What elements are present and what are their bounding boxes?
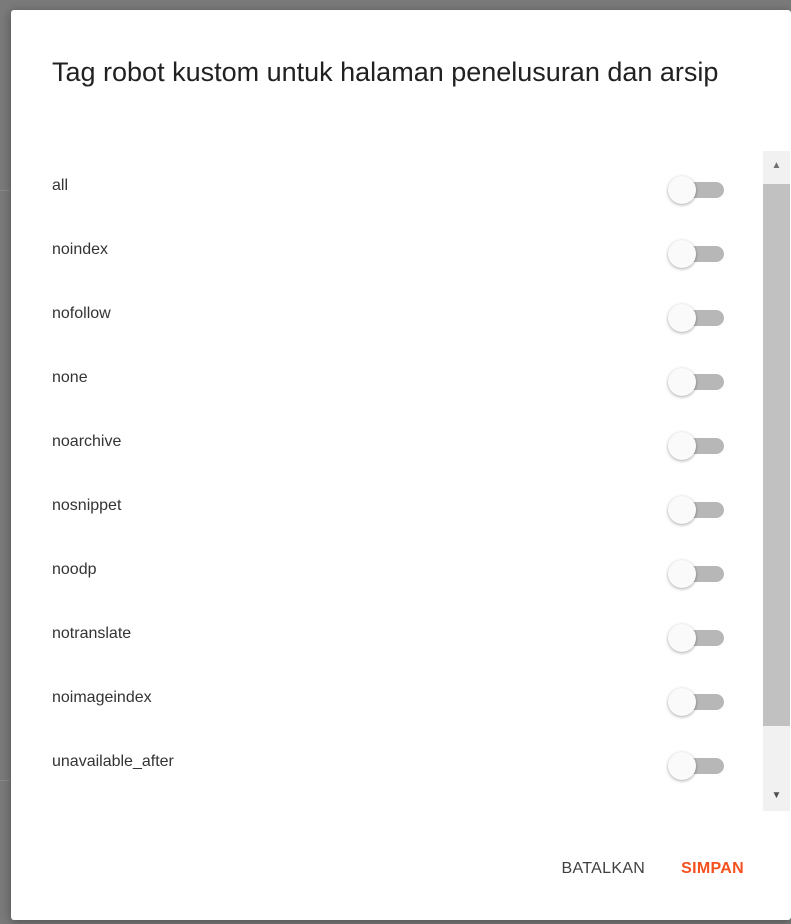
toggle-thumb xyxy=(668,496,696,524)
toggle-thumb xyxy=(668,368,696,396)
list-item: noindex xyxy=(11,215,761,277)
robot-tag-toggle[interactable] xyxy=(668,432,724,460)
list-item: all xyxy=(11,151,761,213)
save-button[interactable]: SIMPAN xyxy=(681,857,744,881)
toggle-thumb xyxy=(668,304,696,332)
robot-tag-toggle[interactable] xyxy=(668,240,724,268)
list-item: nofollow xyxy=(11,279,761,341)
robot-tag-toggle[interactable] xyxy=(668,752,724,780)
list-item: none xyxy=(11,343,761,405)
list-item: nosnippet xyxy=(11,471,761,533)
robot-tag-label: all xyxy=(52,177,69,194)
toggle-list-viewport[interactable]: all noindex nofollow none noarchive nosn… xyxy=(11,151,790,811)
robot-tag-list: all noindex nofollow none noarchive nosn… xyxy=(11,151,761,791)
list-item: noimageindex xyxy=(11,663,761,725)
robot-tag-toggle[interactable] xyxy=(668,496,724,524)
backdrop-divider xyxy=(0,190,10,191)
robot-tag-toggle[interactable] xyxy=(668,624,724,652)
toggle-thumb xyxy=(668,752,696,780)
scrollbar-thumb[interactable] xyxy=(763,184,790,726)
robot-tag-toggle[interactable] xyxy=(668,176,724,204)
robot-tag-label: none xyxy=(52,369,88,386)
list-item: notranslate xyxy=(11,599,761,661)
robot-tag-toggle[interactable] xyxy=(668,688,724,716)
robot-tag-label: noarchive xyxy=(52,433,122,450)
robot-tag-toggle[interactable] xyxy=(668,304,724,332)
robot-tag-label: noimageindex xyxy=(52,689,152,706)
triangle-up-icon[interactable]: ▲ xyxy=(763,151,790,181)
robot-tag-label: notranslate xyxy=(52,625,132,642)
backdrop-divider xyxy=(0,780,10,781)
toggle-thumb xyxy=(668,688,696,716)
robot-tag-label: nofollow xyxy=(52,305,111,322)
robot-tag-toggle[interactable] xyxy=(668,368,724,396)
list-item: unavailable_after xyxy=(11,727,761,789)
robot-tag-label: unavailable_after xyxy=(52,753,174,770)
list-item: noarchive xyxy=(11,407,761,469)
toggle-thumb xyxy=(668,624,696,652)
toggle-thumb xyxy=(668,240,696,268)
cancel-button[interactable]: BATALKAN xyxy=(562,857,646,881)
robot-tag-label: nosnippet xyxy=(52,497,122,514)
toggle-thumb xyxy=(668,560,696,588)
toggle-thumb xyxy=(668,176,696,204)
robot-tag-label: noindex xyxy=(52,241,109,258)
dialog-title: Tag robot kustom untuk halaman penelusur… xyxy=(52,57,719,87)
list-scrollbar[interactable]: ▲ ▼ xyxy=(763,151,790,811)
robot-tags-dialog: Tag robot kustom untuk halaman penelusur… xyxy=(11,10,791,920)
robot-tag-toggle[interactable] xyxy=(668,560,724,588)
triangle-down-icon[interactable]: ▼ xyxy=(763,781,790,811)
list-item: noodp xyxy=(11,535,761,597)
dialog-actions: BATALKAN SIMPAN xyxy=(562,857,744,881)
toggle-thumb xyxy=(668,432,696,460)
robot-tag-label: noodp xyxy=(52,561,97,578)
